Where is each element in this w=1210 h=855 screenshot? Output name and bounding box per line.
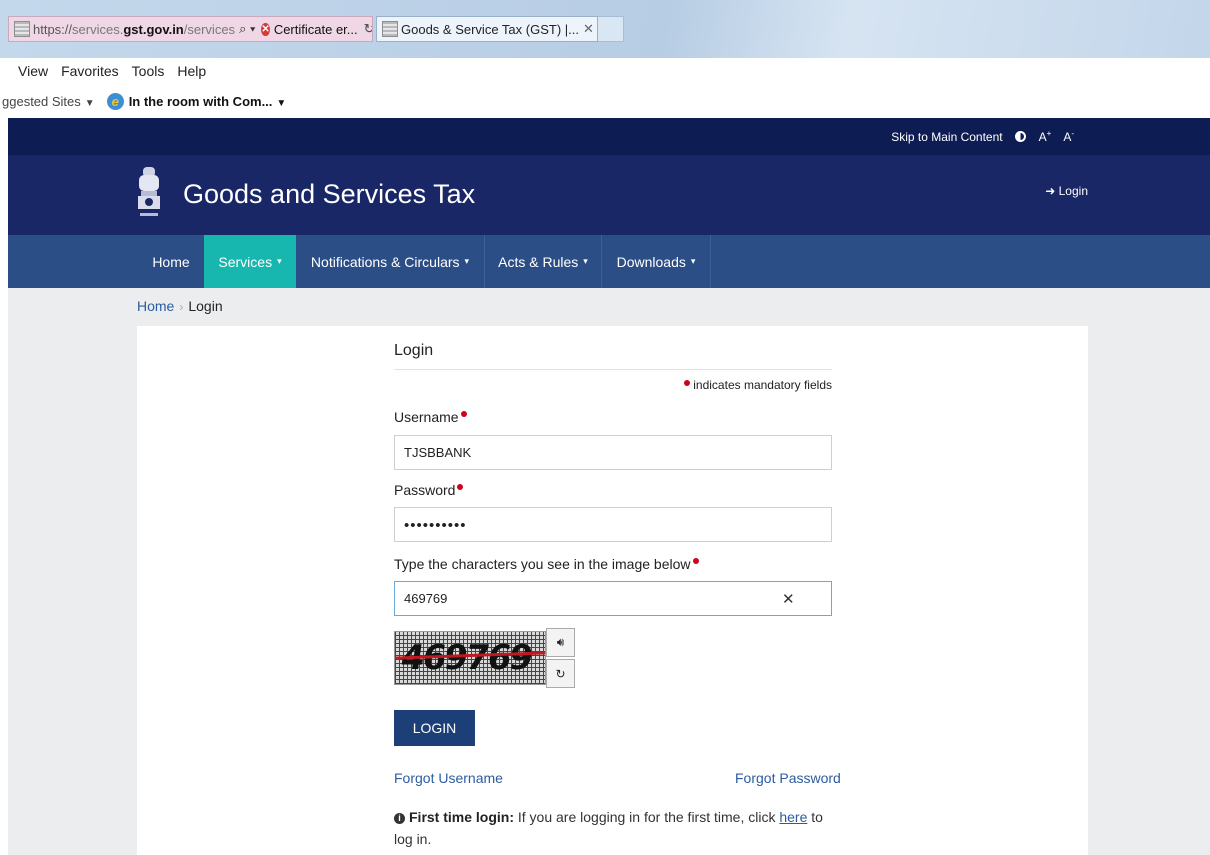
password-mask: •••••••••• [404,517,467,534]
font-increase-button[interactable]: A+ [1039,129,1052,144]
menu-favorites[interactable]: Favorites [61,63,119,79]
url-protocol: https:// [33,21,73,37]
forgot-password-link[interactable]: Forgot Password [735,770,841,786]
info-icon: i [394,813,405,824]
accessibility-bar: Skip to Main Content A+ A- [8,118,1210,155]
first-time-here-link[interactable]: here [779,809,807,825]
font-increase-label: A [1038,130,1047,144]
address-bar[interactable]: https://services. gst.gov.in/services ⌕ ▾… [8,16,373,42]
chevron-down-icon: ▾ [583,256,588,266]
certificate-error-label[interactable]: Certificate er... [274,22,358,37]
forgot-username-link[interactable]: Forgot Username [394,770,503,786]
login-title: Login [394,342,434,359]
menu-tools[interactable]: Tools [132,63,165,79]
nav-services-label: Services [218,253,273,270]
breadcrumb-home[interactable]: Home [137,298,174,314]
breadcrumb: Home › Login [137,298,223,314]
main-nav: Home Services ▾ Notifications & Circulars… [8,235,1210,288]
captcha-input[interactable] [394,581,832,616]
login-icon: ➜ [1045,184,1056,198]
title-divider [394,369,832,370]
nav-notifications[interactable]: Notifications & Circulars ▾ [296,235,484,288]
browser-tab-bar: https://services. gst.gov.in/services ⌕ ▾… [0,0,1210,58]
header-login-label: Login [1058,184,1088,198]
chevron-down-icon: ▼ [84,97,95,109]
nav-divider [710,235,711,288]
nav-downloads-label: Downloads [616,253,686,270]
browser-tab[interactable]: Goods & Service Tax (GST) |... ✕ [376,16,598,42]
nav-home-label: Home [152,253,190,270]
ie-page-icon: e [106,92,124,110]
contrast-toggle-icon[interactable] [1014,131,1026,142]
new-tab-button[interactable] [598,16,624,42]
site-title[interactable]: Goods and Services Tax [183,179,475,210]
chevron-down-icon: ▼ [276,97,287,109]
skip-to-main-link[interactable]: Skip to Main Content [891,130,1002,144]
nav-services[interactable]: Services ▾ [204,235,296,288]
tab-close-icon[interactable]: ✕ [583,21,594,37]
chevron-down-icon: ▾ [690,256,696,266]
captcha-label-text: Type the characters you see in the image… [394,556,691,572]
search-dropdown-icon[interactable]: ⌕ ▾ [239,21,255,37]
password-label-text: Password [394,482,456,498]
tab-title: Goods & Service Tax (GST) |... [401,21,579,37]
url-domain: gst.gov.in [123,21,184,37]
nav-notifications-label: Notifications & Circulars [310,253,460,270]
mandatory-note: indicates mandatory fields [560,378,832,392]
required-indicator-icon [457,484,464,490]
required-indicator-icon [692,558,699,564]
first-time-login-note: i First time login: If you are logging in… [394,806,834,850]
captcha-image: 469769 [394,631,546,685]
nav-home[interactable]: Home [138,235,204,288]
refresh-icon: ↻ [555,666,566,681]
clear-input-icon[interactable]: ✕ [782,590,795,608]
login-button[interactable]: LOGIN [394,710,475,746]
username-label: Username [394,409,470,425]
first-time-bold: First time login: [409,809,514,825]
tab-favicon [382,21,398,37]
password-label: Password [394,482,466,498]
chevron-down-icon: ▾ [277,256,282,266]
browser-menu-bar: View Favorites Tools Help [0,58,1210,84]
first-time-text: If you are logging in for the first time… [517,809,776,825]
site-favicon [14,21,30,37]
username-input[interactable] [394,435,832,470]
menu-help[interactable]: Help [177,63,206,79]
url-subdomain: services. [72,21,124,37]
site-header: Goods and Services Tax ➜ Login [8,155,1210,235]
required-indicator-icon [460,411,467,417]
breadcrumb-separator-icon: › [179,300,184,314]
favorite-item[interactable]: In the room with Com... ▼ [129,94,287,109]
reload-icon[interactable]: ↻ [364,21,372,37]
favorite-item-label: In the room with Com... [128,93,273,109]
mandatory-note-text: indicates mandatory fields [693,378,832,392]
url-path: /services [183,21,236,37]
font-decrease-button[interactable]: A- [1063,129,1074,144]
captcha-audio-button[interactable]: 🔊︎ [546,628,575,657]
captcha-refresh-button[interactable]: ↻ [546,659,575,688]
breadcrumb-current: Login [188,298,223,314]
chevron-down-icon: ▾ [464,256,470,266]
username-label-text: Username [394,409,459,425]
speaker-icon: 🔊︎ [556,635,565,649]
menu-view[interactable]: View [18,63,48,79]
favorites-bar: ggested Sites ▼ e In the room with Com...… [0,84,1210,118]
suggested-sites[interactable]: ggested Sites ▼ [2,94,95,109]
required-indicator-icon [684,380,691,386]
nav-acts-rules-label: Acts & Rules [498,253,579,270]
captcha-label: Type the characters you see in the image… [394,556,702,572]
nav-downloads[interactable]: Downloads ▾ [602,235,710,288]
certificate-error-icon[interactable]: ✕ [261,22,270,36]
suggested-sites-label: ggested Sites [2,93,81,109]
national-emblem-logo[interactable] [134,163,164,229]
nav-acts-rules[interactable]: Acts & Rules ▾ [485,235,601,288]
header-login-link[interactable]: ➜ Login [1045,184,1088,198]
